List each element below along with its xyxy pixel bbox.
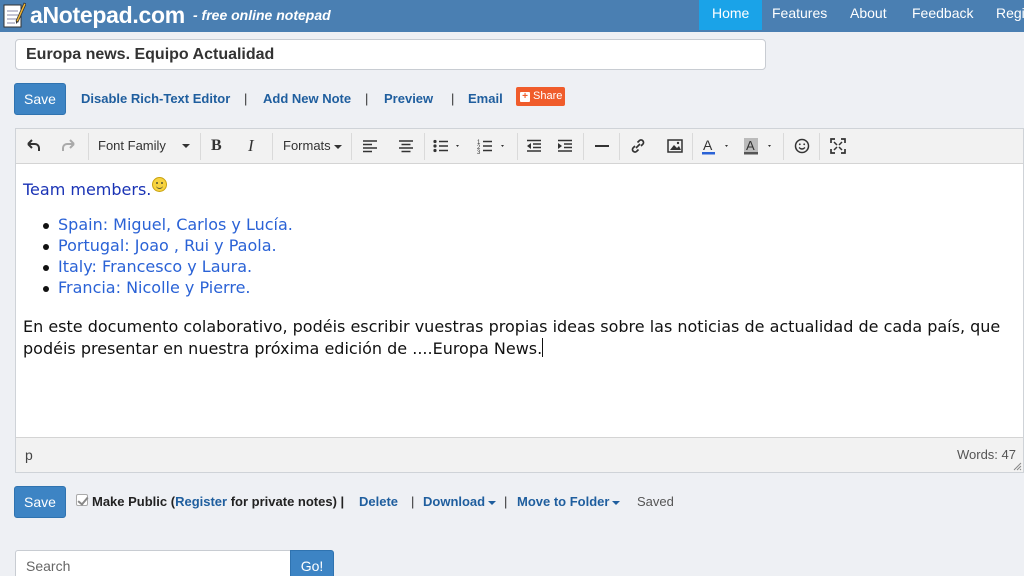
smiley-emoji-icon [152, 177, 168, 192]
list-item: Spain: Miguel, Carlos y Lucía. [23, 215, 293, 236]
add-new-note-link[interactable]: Add New Note [263, 91, 351, 106]
search-input[interactable] [15, 550, 292, 576]
share-label: Share [533, 90, 563, 102]
italic-icon[interactable]: I [248, 134, 254, 158]
toolbar-divider [619, 133, 620, 160]
element-path[interactable]: p [25, 447, 33, 463]
editor-toolbar: Font Family B I Formats 123 A A [16, 129, 1023, 164]
resize-handle-icon[interactable] [1013, 462, 1022, 471]
font-family-dropdown[interactable]: Font Family [98, 134, 190, 158]
outdent-icon[interactable] [526, 134, 542, 158]
chevron-down-icon [612, 500, 621, 505]
delete-link[interactable]: Delete [359, 494, 398, 509]
undo-icon[interactable] [25, 134, 41, 158]
make-public-checkbox[interactable] [76, 494, 88, 506]
indent-icon[interactable] [557, 134, 573, 158]
editor-statusbar: p Words: 47 [16, 437, 1023, 472]
site-tagline: - free online notepad [193, 7, 331, 23]
separator: | [365, 91, 369, 106]
text-cursor [542, 338, 544, 357]
top-navbar: aNotepad.com - free online notepad Home … [0, 0, 1024, 32]
list-item: Portugal: Joao , Rui y Paola. [23, 236, 293, 257]
nav-register[interactable]: Regi [996, 0, 1024, 30]
nav-feedback[interactable]: Feedback [912, 0, 973, 30]
align-center-icon[interactable] [398, 134, 414, 158]
toolbar-divider [583, 133, 584, 160]
nav-home[interactable]: Home [699, 0, 763, 30]
svg-text:3: 3 [477, 150, 481, 156]
preview-link[interactable]: Preview [384, 91, 433, 106]
register-link[interactable]: Register [175, 494, 227, 509]
formats-label: Formats [283, 138, 331, 153]
separator: | [451, 91, 455, 106]
note-title-input[interactable] [15, 39, 766, 70]
toolbar-divider [783, 133, 784, 160]
svg-text:A: A [703, 137, 713, 153]
save-button-top[interactable]: Save [14, 83, 66, 115]
link-icon[interactable] [630, 134, 646, 158]
email-link[interactable]: Email [468, 91, 503, 106]
list-item: Italy: Francesco y Laura. [23, 257, 293, 278]
separator: | [411, 494, 415, 509]
note-paragraph: En este documento colaborativo, podéis e… [23, 316, 1008, 360]
team-members-heading: Team members. [23, 177, 168, 199]
make-public-label: Make Public (Register for private notes)… [92, 494, 344, 509]
share-button[interactable]: + Share [516, 87, 565, 106]
toolbar-divider [200, 133, 201, 160]
svg-text:A: A [746, 138, 755, 153]
make-public-text: Make Public ( [92, 494, 176, 509]
toolbar-divider [819, 133, 820, 160]
horizontal-rule-icon[interactable] [594, 134, 610, 158]
download-dropdown[interactable]: Download [423, 494, 497, 509]
word-count: Words: 47 [956, 447, 1016, 462]
nav-about[interactable]: About [850, 0, 887, 30]
bold-icon[interactable]: B [211, 134, 222, 158]
font-family-label: Font Family [98, 138, 166, 153]
plus-icon: + [520, 92, 530, 102]
separator: | [244, 91, 248, 106]
image-icon[interactable] [667, 134, 683, 158]
saved-status: Saved [637, 494, 674, 509]
toolbar-divider [272, 133, 273, 160]
text-color-icon[interactable]: A [702, 134, 732, 158]
separator: | [504, 494, 508, 509]
background-color-icon[interactable]: A [744, 134, 774, 158]
numbered-list-icon[interactable]: 123 [477, 134, 507, 158]
fullscreen-icon[interactable] [830, 134, 846, 158]
disable-rich-text-link[interactable]: Disable Rich-Text Editor [81, 91, 230, 106]
emoticon-icon[interactable] [794, 134, 810, 158]
country-list: Spain: Miguel, Carlos y Lucía. Portugal:… [23, 215, 293, 299]
save-button-bottom[interactable]: Save [14, 486, 66, 518]
private-notes-text: for private notes) | [227, 494, 345, 509]
paragraph-text: En este documento colaborativo, podéis e… [23, 317, 1001, 358]
toolbar-divider [88, 133, 89, 160]
nav-features[interactable]: Features [772, 0, 827, 30]
notepad-logo-icon [3, 2, 26, 28]
align-left-icon[interactable] [362, 134, 378, 158]
download-label: Download [423, 494, 486, 509]
search-go-button[interactable]: Go! [290, 550, 334, 576]
redo-icon[interactable] [61, 134, 77, 158]
rich-text-editor: Font Family B I Formats 123 A A Team mem… [15, 128, 1024, 473]
chevron-down-icon [333, 144, 342, 149]
toolbar-divider [424, 133, 425, 160]
toolbar-divider [517, 133, 518, 160]
move-to-folder-label: Move to Folder [517, 494, 610, 509]
list-item: Francia: Nicolle y Pierre. [23, 278, 293, 299]
chevron-down-icon [182, 144, 190, 148]
chevron-down-icon [488, 500, 497, 505]
formats-dropdown[interactable]: Formats [283, 134, 342, 158]
move-to-folder-dropdown[interactable]: Move to Folder [517, 494, 621, 509]
bullet-list-icon[interactable] [433, 134, 463, 158]
toolbar-divider [692, 133, 693, 160]
toolbar-divider [351, 133, 352, 160]
team-members-text: Team members. [23, 180, 152, 199]
site-logo-text[interactable]: aNotepad.com [30, 2, 185, 29]
